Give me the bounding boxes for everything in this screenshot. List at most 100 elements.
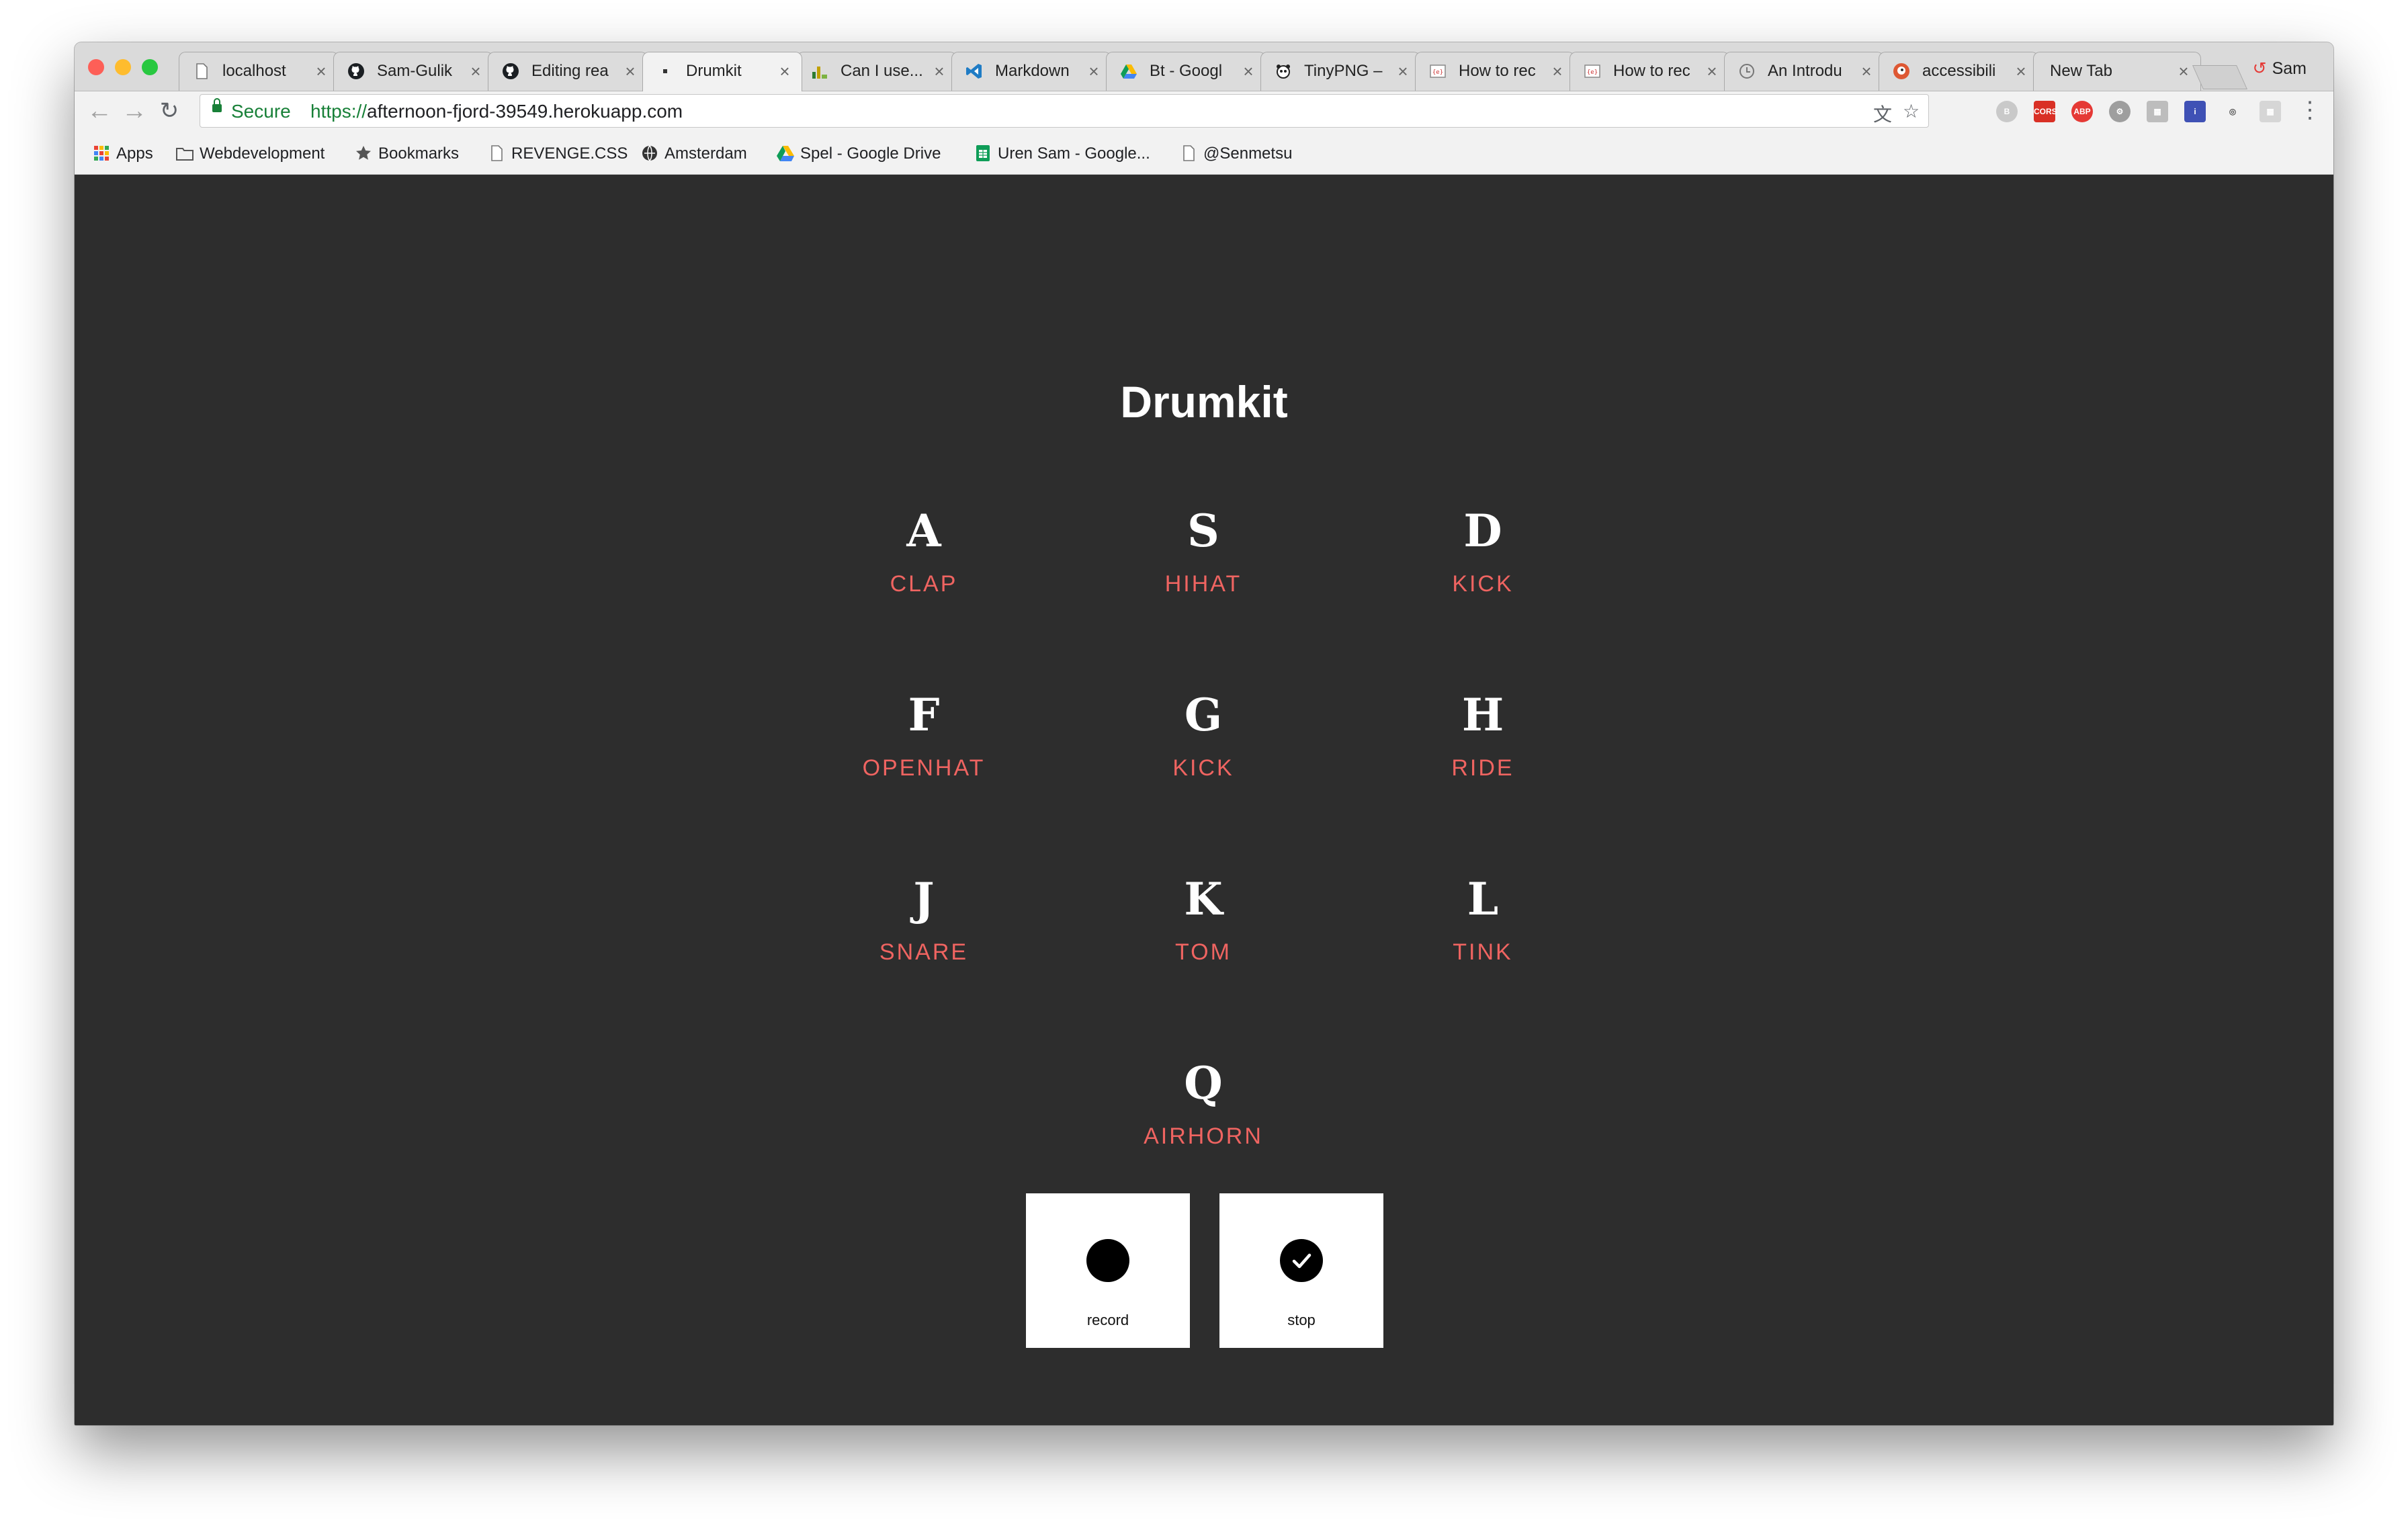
tab-accessibility[interactable]: accessibili × bbox=[1879, 52, 2038, 91]
close-icon[interactable]: × bbox=[2011, 52, 2031, 90]
drum-pad-l[interactable]: L TINK bbox=[1382, 872, 1584, 980]
close-icon[interactable]: × bbox=[1238, 52, 1258, 90]
pad-sound: HIHAT bbox=[1164, 571, 1242, 597]
address-bar[interactable]: Secure https://afternoon-fjord-39549.her… bbox=[200, 94, 1929, 128]
tab-new-tab[interactable]: New Tab × bbox=[2033, 52, 2201, 91]
bookmark-webdevelopment[interactable]: Webdevelopment bbox=[175, 143, 325, 165]
tab-title: Markdown bbox=[995, 62, 1070, 80]
minimize-window-button[interactable] bbox=[115, 59, 131, 75]
close-icon[interactable]: × bbox=[1547, 52, 1567, 90]
tab-how-to-rec-1[interactable]: {e} How to rec × bbox=[1415, 52, 1575, 91]
bookmark-senmetsu[interactable]: @Senmetsu bbox=[1179, 143, 1292, 165]
close-icon[interactable]: × bbox=[1393, 52, 1413, 90]
svg-text:{e}: {e} bbox=[1432, 69, 1443, 76]
translate-icon[interactable]: 文 bbox=[1873, 100, 1892, 127]
secure-label: Secure bbox=[231, 101, 291, 122]
pad-key: Q bbox=[1184, 1057, 1223, 1109]
extension-b-icon[interactable]: B bbox=[1996, 101, 2018, 122]
back-button[interactable]: ← bbox=[84, 95, 115, 126]
profile-name: Sam bbox=[2272, 59, 2307, 78]
record-button[interactable]: record bbox=[1026, 1193, 1190, 1348]
bookmark-label: Bookmarks bbox=[378, 144, 460, 163]
page-icon bbox=[196, 63, 208, 79]
tab-can-i-use[interactable]: Can I use... × bbox=[797, 52, 957, 91]
pad-sound: RIDE bbox=[1451, 755, 1514, 781]
drum-pad-q[interactable]: Q AIRHORN bbox=[1103, 1056, 1304, 1164]
settings-extension-icon[interactable]: ⚙ bbox=[2109, 101, 2131, 122]
bookmark-revenge-css[interactable]: REVENGE.CSS bbox=[487, 143, 628, 165]
tab-sam-gulik[interactable]: Sam-Gulik × bbox=[333, 52, 493, 91]
qr-extension-icon[interactable]: ▦ bbox=[2147, 101, 2168, 122]
close-icon[interactable]: × bbox=[620, 52, 640, 90]
code-icon: {e} bbox=[1584, 65, 1600, 78]
info-extension-icon[interactable]: i bbox=[2184, 101, 2206, 122]
bookmark-amsterdam[interactable]: Amsterdam bbox=[640, 143, 747, 165]
grid-extension-icon[interactable]: ▦ bbox=[2260, 101, 2281, 122]
tab-title: accessibili bbox=[1922, 62, 1996, 80]
bookmark-spel-google-drive[interactable]: Spel - Google Drive bbox=[776, 143, 941, 165]
close-icon[interactable]: × bbox=[311, 52, 331, 90]
pad-key: L bbox=[1467, 873, 1499, 925]
drum-pad-g[interactable]: G KICK bbox=[1103, 688, 1304, 796]
pad-key: K bbox=[1184, 873, 1223, 925]
profile-button[interactable]: ↺ Sam bbox=[2253, 58, 2307, 79]
drum-pad-d[interactable]: D KICK bbox=[1382, 504, 1584, 611]
tab-bt-google[interactable]: Bt - Googl × bbox=[1106, 52, 1266, 91]
browser-menu-button[interactable]: ⋮ bbox=[2298, 97, 2321, 124]
tab-title: An Introdu bbox=[1768, 62, 1842, 80]
tab-markdown[interactable]: Markdown × bbox=[951, 52, 1111, 91]
drum-pad-h[interactable]: H RIDE bbox=[1382, 688, 1584, 796]
close-icon[interactable]: × bbox=[929, 52, 949, 90]
tab-tinypng[interactable]: TinyPNG – × bbox=[1260, 52, 1420, 91]
stop-button[interactable]: stop bbox=[1219, 1193, 1383, 1348]
bookmark-uren-sam[interactable]: Uren Sam - Google... bbox=[974, 143, 1150, 165]
tab-title: Bt - Googl bbox=[1150, 62, 1223, 80]
tab-editing[interactable]: Editing rea × bbox=[488, 52, 648, 91]
record-label: record bbox=[1086, 1312, 1129, 1328]
drumkit-page: Drumkit A CLAP S HIHAT D KICK F OPENHAT … bbox=[75, 175, 2333, 1425]
bookmark-apps[interactable]: Apps bbox=[92, 143, 153, 165]
close-icon[interactable]: × bbox=[1702, 52, 1722, 90]
tab-title: localhost bbox=[222, 62, 286, 80]
bookmark-label: @Senmetsu bbox=[1203, 144, 1293, 163]
url-text[interactable]: https://afternoon-fjord-39549.herokuapp.… bbox=[310, 101, 683, 122]
close-icon[interactable]: × bbox=[1856, 52, 1877, 90]
page-icon bbox=[1183, 145, 1195, 161]
pad-key: G bbox=[1184, 689, 1223, 741]
pad-key: S bbox=[1187, 505, 1219, 557]
drum-pad-f[interactable]: F OPENHAT bbox=[823, 688, 1025, 796]
drum-pad-j[interactable]: J SNARE bbox=[823, 872, 1025, 980]
record-dot-icon bbox=[1086, 1239, 1129, 1282]
tab-localhost[interactable]: localhost × bbox=[179, 52, 339, 91]
bookmark-star-icon[interactable]: ☆ bbox=[1903, 100, 1920, 122]
close-window-button[interactable] bbox=[88, 59, 104, 75]
bookmark-bookmarks[interactable]: Bookmarks bbox=[354, 143, 459, 165]
tab-drumkit[interactable]: Drumkit × bbox=[642, 52, 802, 91]
apps-grid-icon bbox=[94, 146, 109, 161]
reload-button[interactable]: ↻ bbox=[154, 95, 185, 126]
star-icon bbox=[356, 146, 371, 160]
forward-button[interactable]: → bbox=[119, 95, 150, 126]
close-icon[interactable]: × bbox=[775, 52, 795, 90]
page-icon bbox=[491, 145, 503, 161]
svg-text:{e}: {e} bbox=[1587, 69, 1598, 76]
drum-pad-s[interactable]: S HIHAT bbox=[1103, 504, 1304, 611]
pad-sound: TINK bbox=[1453, 939, 1513, 965]
close-icon[interactable]: × bbox=[466, 52, 486, 90]
vscode-icon bbox=[966, 64, 982, 79]
drum-pad-k[interactable]: K TOM bbox=[1103, 872, 1304, 980]
close-icon[interactable]: × bbox=[1084, 52, 1104, 90]
pad-sound: KICK bbox=[1452, 571, 1514, 597]
duckduckgo-icon bbox=[1893, 63, 1909, 79]
glasses-extension-icon[interactable]: ◎ bbox=[2222, 101, 2243, 122]
url-host: afternoon-fjord-39549.herokuapp.com bbox=[367, 101, 683, 122]
tab-how-to-rec-2[interactable]: {e} How to rec × bbox=[1570, 52, 1729, 91]
adblock-icon[interactable]: ABP bbox=[2071, 101, 2093, 122]
close-icon[interactable]: × bbox=[2174, 52, 2194, 90]
cors-extension-icon[interactable]: CORS bbox=[2034, 101, 2057, 122]
maximize-window-button[interactable] bbox=[142, 59, 158, 75]
tab-an-introduction[interactable]: An Introdu × bbox=[1724, 52, 1884, 91]
drum-pad-a[interactable]: A CLAP bbox=[823, 504, 1025, 611]
pad-sound: AIRHORN bbox=[1144, 1123, 1263, 1149]
bookmark-label: Amsterdam bbox=[664, 144, 747, 163]
